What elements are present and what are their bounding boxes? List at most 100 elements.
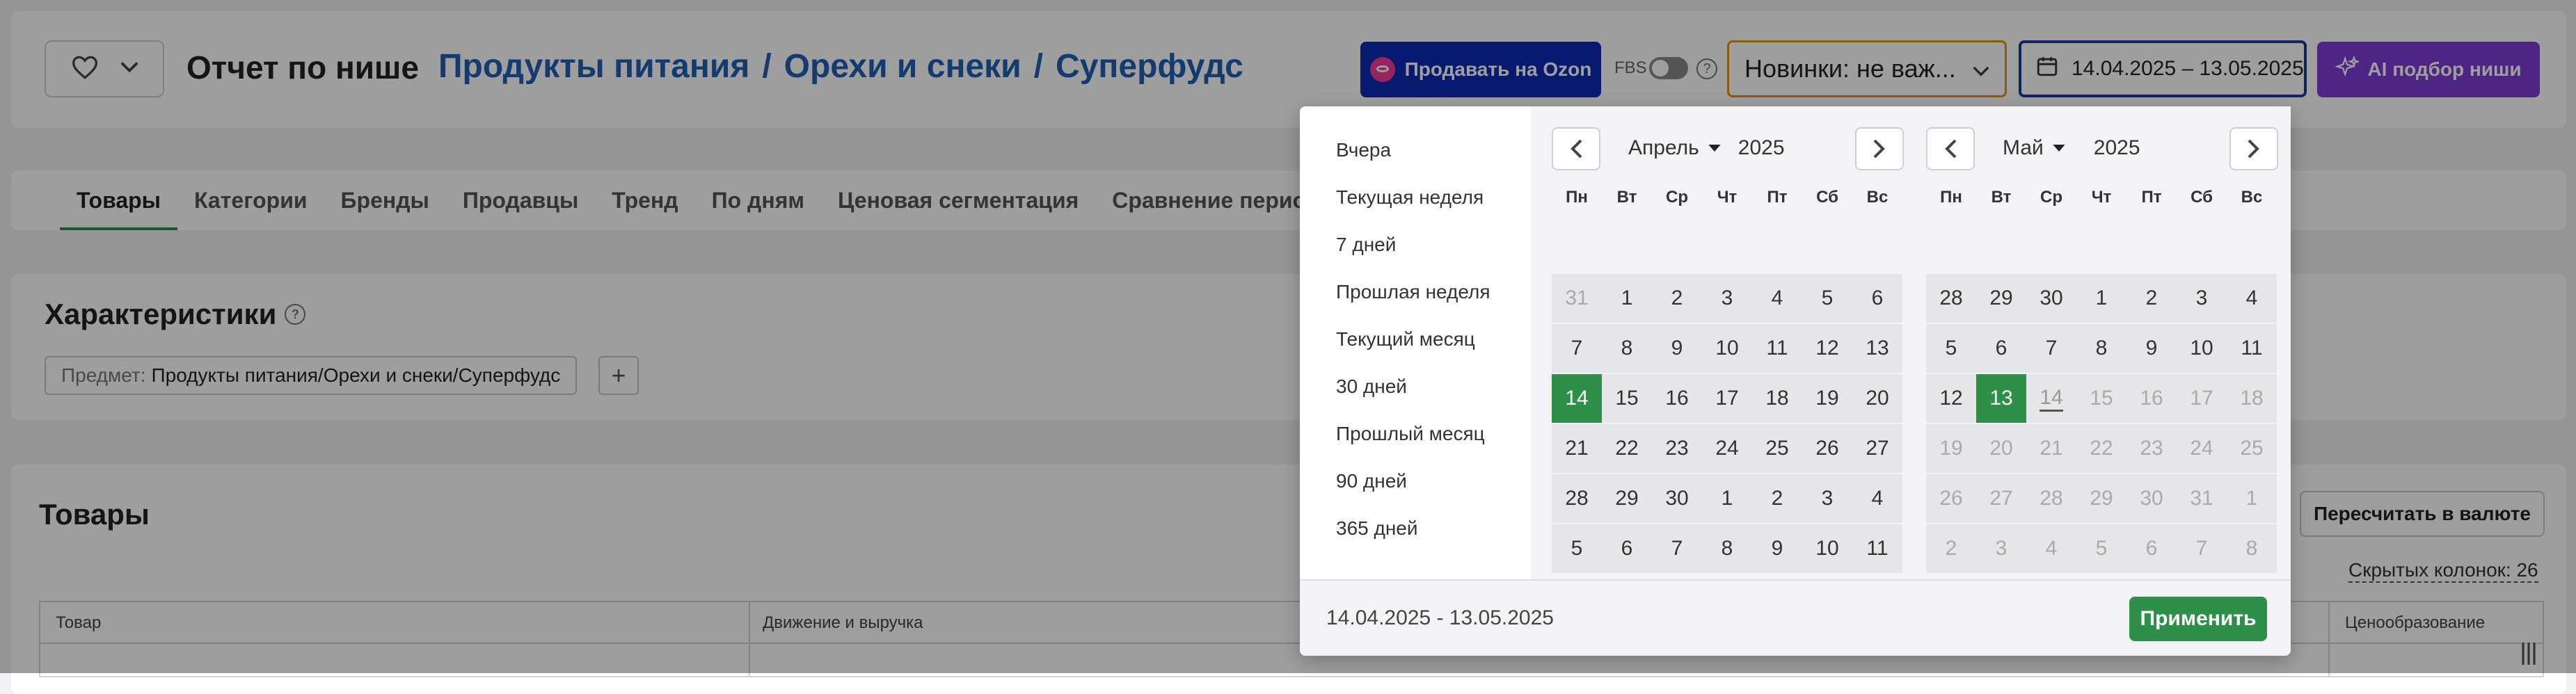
preset-item[interactable]: 7 дней: [1336, 234, 1396, 256]
calendar-day[interactable]: 10: [2177, 324, 2227, 373]
calendar-day[interactable]: 4: [1852, 474, 1902, 523]
calendar-day[interactable]: 30: [2026, 274, 2076, 323]
calendar-day: 31: [2177, 474, 2227, 523]
calendar-day: 20: [1976, 424, 2026, 473]
year-select-value[interactable]: 2025: [1738, 136, 1785, 160]
calendar-day[interactable]: 3: [2177, 274, 2227, 323]
preset-item[interactable]: Прошлый месяц: [1336, 423, 1485, 445]
preset-item[interactable]: Прошлая неделя: [1336, 281, 1490, 303]
calendar-day[interactable]: 28: [1926, 274, 1976, 323]
weekday-row: Пн Вт Ср Чт Пт Сб Вс: [1552, 188, 1902, 207]
calendar-day[interactable]: 4: [1752, 274, 1802, 323]
calendar-day[interactable]: 7: [1652, 524, 1702, 573]
preset-item[interactable]: Текущий месяц: [1336, 328, 1475, 350]
calendar-day: 6: [2126, 524, 2177, 573]
calendar-day: 18: [2227, 374, 2277, 423]
calendar-day[interactable]: 28: [1552, 474, 1602, 523]
calendar-day[interactable]: 27: [1852, 424, 1902, 473]
calendar-day[interactable]: 16: [1652, 374, 1702, 423]
calendar-day[interactable]: 8: [1702, 524, 1752, 573]
calendar-day[interactable]: 26: [1802, 424, 1852, 473]
caret-down-icon: [1708, 145, 1721, 152]
calendar-day: 17: [2177, 374, 2227, 423]
calendar-day[interactable]: 25: [1752, 424, 1802, 473]
calendar-day[interactable]: 17: [1702, 374, 1752, 423]
calendar-day[interactable]: 14: [1552, 374, 1602, 423]
apply-button[interactable]: Применить: [2129, 597, 2267, 641]
weekday-label: Чт: [2091, 188, 2112, 207]
calendar-day[interactable]: 12: [1926, 374, 1976, 423]
calendar-day[interactable]: 6: [1852, 274, 1902, 323]
calendar-day[interactable]: 10: [1802, 524, 1852, 573]
calendar-day[interactable]: 11: [2227, 324, 2277, 373]
calendar-day[interactable]: 3: [1802, 474, 1852, 523]
preset-item[interactable]: 90 дней: [1336, 470, 1407, 492]
next-month-button[interactable]: [2229, 127, 2278, 170]
calendar-day[interactable]: 3: [1702, 274, 1752, 323]
preset-item[interactable]: 30 дней: [1336, 376, 1407, 398]
calendar-day[interactable]: 11: [1852, 524, 1902, 573]
calendar-day[interactable]: 29: [1976, 274, 2026, 323]
calendar-day[interactable]: 12: [1802, 324, 1852, 373]
preset-item[interactable]: 365 дней: [1336, 517, 1418, 540]
calendar-day[interactable]: 14: [2026, 374, 2076, 423]
weekday-label: Чт: [1717, 188, 1738, 207]
calendar-day: 29: [2076, 474, 2126, 523]
month-select-value: Апрель: [1628, 136, 1699, 159]
calendar-day[interactable]: 18: [1752, 374, 1802, 423]
weekday-label: Сб: [2191, 188, 2213, 207]
calendar-day[interactable]: 30: [1652, 474, 1702, 523]
calendar-day[interactable]: 9: [1652, 324, 1702, 373]
calendar-day[interactable]: 2: [2126, 274, 2177, 323]
calendar-day[interactable]: 5: [1802, 274, 1852, 323]
prev-month-button[interactable]: [1552, 127, 1600, 170]
calendar-day[interactable]: 15: [1602, 374, 1652, 423]
calendar-day[interactable]: 20: [1852, 374, 1902, 423]
month-select-right[interactable]: Май 2025: [2003, 136, 2140, 160]
calendar-day: 24: [2177, 424, 2227, 473]
calendar-day[interactable]: 9: [2126, 324, 2177, 373]
calendar-day[interactable]: 8: [1602, 324, 1652, 373]
calendar-day[interactable]: 21: [1552, 424, 1602, 473]
calendar-day: 26: [1926, 474, 1976, 523]
calendar-day: 23: [2126, 424, 2177, 473]
calendar-day[interactable]: 13: [1852, 324, 1902, 373]
weekday-label: Пт: [2141, 188, 2162, 207]
calendar-day[interactable]: 13: [1976, 374, 2026, 423]
calendar-day[interactable]: 2: [1752, 474, 1802, 523]
preset-item[interactable]: Вчера: [1336, 139, 1391, 161]
calendar-day[interactable]: 9: [1752, 524, 1802, 573]
calendar-day[interactable]: 7: [2026, 324, 2076, 373]
calendar-day[interactable]: 1: [1602, 274, 1652, 323]
month-select-left[interactable]: Апрель 2025: [1628, 136, 1785, 160]
calendar-day[interactable]: 10: [1702, 324, 1752, 373]
calendar-day[interactable]: 6: [1976, 324, 2026, 373]
weekday-label: Пн: [1940, 188, 1962, 207]
calendar-day[interactable]: 5: [1552, 524, 1602, 573]
preset-item[interactable]: Текущая неделя: [1336, 186, 1484, 209]
calendar-day[interactable]: 11: [1752, 324, 1802, 373]
calendar-day[interactable]: 5: [1926, 324, 1976, 373]
weekday-label: Вт: [1991, 188, 2012, 207]
calendar-day[interactable]: 22: [1602, 424, 1652, 473]
weekday-row: Пн Вт Ср Чт Пт Сб Вс: [1926, 188, 2277, 207]
calendar-day[interactable]: 24: [1702, 424, 1752, 473]
calendar-day[interactable]: 6: [1602, 524, 1652, 573]
calendar-day[interactable]: 1: [1702, 474, 1752, 523]
calendar-day[interactable]: 4: [2227, 274, 2277, 323]
calendar-day[interactable]: 7: [1552, 324, 1602, 373]
weekday-label: Пн: [1566, 188, 1588, 207]
calendar-day: 1: [2227, 474, 2277, 523]
calendar-day[interactable]: 2: [1652, 274, 1702, 323]
next-month-button[interactable]: [1855, 127, 1904, 170]
calendar-day[interactable]: 29: [1602, 474, 1652, 523]
calendar-day[interactable]: 19: [1802, 374, 1852, 423]
calendar-day[interactable]: 23: [1652, 424, 1702, 473]
calendar-day: 31: [1552, 274, 1602, 323]
prev-month-button[interactable]: [1926, 127, 1975, 170]
year-select-value[interactable]: 2025: [2094, 136, 2140, 160]
calendar-day[interactable]: 1: [2076, 274, 2126, 323]
calendar-day[interactable]: 8: [2076, 324, 2126, 373]
calendar-day: 5: [2076, 524, 2126, 573]
calendar-day: 8: [2227, 524, 2277, 573]
